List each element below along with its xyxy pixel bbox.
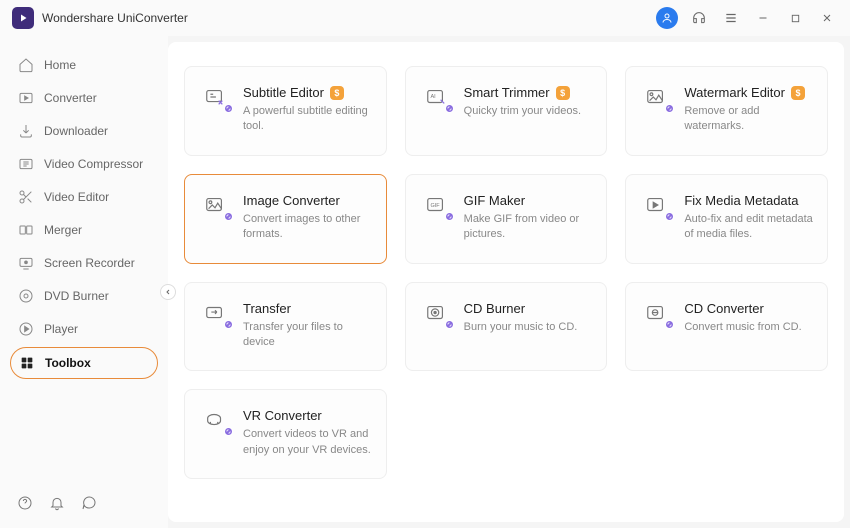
tool-card[interactable]: Image Converter Convert images to other f… bbox=[184, 174, 387, 264]
tool-desc: Make GIF from video or pictures. bbox=[464, 212, 593, 243]
tool-desc: Convert music from CD. bbox=[684, 320, 813, 335]
tool-desc: Auto-fix and edit metadata of media file… bbox=[684, 212, 813, 243]
feedback-icon[interactable] bbox=[80, 494, 98, 512]
tool-icon bbox=[201, 301, 229, 325]
menu-icon[interactable] bbox=[720, 7, 742, 29]
tool-title: CD Converter bbox=[684, 301, 763, 316]
merger-icon bbox=[18, 222, 34, 238]
tool-icon bbox=[642, 301, 670, 325]
tool-card[interactable]: VR Converter Convert videos to VR and enj… bbox=[184, 389, 387, 479]
recorder-icon bbox=[18, 255, 34, 271]
tool-desc: A powerful subtitle editing tool. bbox=[243, 104, 372, 135]
tool-icon bbox=[201, 85, 229, 109]
sidebar-item-label: Toolbox bbox=[45, 356, 91, 370]
tool-title: Transfer bbox=[243, 301, 291, 316]
support-icon[interactable] bbox=[688, 7, 710, 29]
sidebar-item-label: Video Compressor bbox=[44, 157, 143, 171]
tool-title: Smart Trimmer bbox=[464, 85, 550, 100]
app-name: Wondershare UniConverter bbox=[42, 11, 188, 25]
sidebar-item-label: Player bbox=[44, 322, 78, 336]
app-logo bbox=[12, 7, 34, 29]
tool-card[interactable]: Transfer Transfer your files to device bbox=[184, 282, 387, 372]
sidebar-item-toolbox[interactable]: Toolbox bbox=[10, 347, 158, 379]
tool-title: Subtitle Editor bbox=[243, 85, 324, 100]
svg-text:GIF: GIF bbox=[430, 203, 440, 209]
maximize-icon[interactable] bbox=[784, 7, 806, 29]
tool-icon bbox=[422, 301, 450, 325]
premium-badge: $ bbox=[791, 86, 805, 100]
tool-card[interactable]: CD Converter Convert music from CD. bbox=[625, 282, 828, 372]
tool-desc: Transfer your files to device bbox=[243, 320, 372, 351]
tool-icon bbox=[642, 85, 670, 109]
tool-title: GIF Maker bbox=[464, 193, 525, 208]
home-icon bbox=[18, 57, 34, 73]
tool-card[interactable]: AI Smart Trimmer $ Quicky trim your videos. bbox=[405, 66, 608, 156]
sidebar: Home Converter Downloader Video Compress… bbox=[0, 36, 168, 528]
toolbox-icon bbox=[19, 355, 35, 371]
sidebar-item-downloader[interactable]: Downloader bbox=[10, 116, 158, 146]
premium-badge: $ bbox=[330, 86, 344, 100]
sidebar-item-video-editor[interactable]: Video Editor bbox=[10, 182, 158, 212]
tool-card[interactable]: GIF GIF Maker Make GIF from video or pictu… bbox=[405, 174, 608, 264]
sidebar-item-label: Home bbox=[44, 58, 76, 72]
compressor-icon bbox=[18, 156, 34, 172]
tool-desc: Convert videos to VR and enjoy on your V… bbox=[243, 427, 372, 458]
tool-desc: Quicky trim your videos. bbox=[464, 104, 593, 119]
minimize-icon[interactable] bbox=[752, 7, 774, 29]
sidebar-item-home[interactable]: Home bbox=[10, 50, 158, 80]
tool-icon: GIF bbox=[422, 193, 450, 217]
tool-desc: Burn your music to CD. bbox=[464, 320, 593, 335]
play-icon bbox=[18, 321, 34, 337]
tool-title: Fix Media Metadata bbox=[684, 193, 798, 208]
svg-text:AI: AI bbox=[430, 94, 436, 100]
tool-desc: Convert images to other formats. bbox=[243, 212, 372, 243]
tool-card[interactable]: CD Burner Burn your music to CD. bbox=[405, 282, 608, 372]
sidebar-item-label: Video Editor bbox=[44, 190, 109, 204]
titlebar: Wondershare UniConverter bbox=[0, 0, 850, 36]
tool-icon bbox=[201, 408, 229, 432]
sidebar-item-label: Screen Recorder bbox=[44, 256, 135, 270]
content: Subtitle Editor $ A powerful subtitle edit… bbox=[168, 42, 844, 522]
scissors-icon bbox=[18, 189, 34, 205]
sidebar-item-dvd-burner[interactable]: DVD Burner bbox=[10, 281, 158, 311]
disc-icon bbox=[18, 288, 34, 304]
sidebar-collapse-button[interactable] bbox=[160, 284, 176, 300]
tool-title: VR Converter bbox=[243, 408, 322, 423]
tool-icon bbox=[642, 193, 670, 217]
sidebar-item-label: Merger bbox=[44, 223, 82, 237]
tool-desc: Remove or add watermarks. bbox=[684, 104, 813, 135]
sidebar-item-player[interactable]: Player bbox=[10, 314, 158, 344]
sidebar-item-label: DVD Burner bbox=[44, 289, 109, 303]
sidebar-item-label: Converter bbox=[44, 91, 97, 105]
tool-icon: AI bbox=[422, 85, 450, 109]
sidebar-item-label: Downloader bbox=[44, 124, 108, 138]
tool-grid: Subtitle Editor $ A powerful subtitle edit… bbox=[184, 66, 828, 479]
tool-title: Watermark Editor bbox=[684, 85, 785, 100]
sidebar-item-compressor[interactable]: Video Compressor bbox=[10, 149, 158, 179]
tool-title: Image Converter bbox=[243, 193, 340, 208]
tool-card[interactable]: Fix Media Metadata Auto-fix and edit meta… bbox=[625, 174, 828, 264]
tool-card[interactable]: Watermark Editor $ Remove or add watermark… bbox=[625, 66, 828, 156]
sidebar-item-converter[interactable]: Converter bbox=[10, 83, 158, 113]
help-icon[interactable] bbox=[16, 494, 34, 512]
sidebar-item-merger[interactable]: Merger bbox=[10, 215, 158, 245]
sidebar-bottom-icons bbox=[10, 494, 158, 518]
tool-title: CD Burner bbox=[464, 301, 525, 316]
account-icon[interactable] bbox=[656, 7, 678, 29]
sidebar-item-screen-recorder[interactable]: Screen Recorder bbox=[10, 248, 158, 278]
close-icon[interactable] bbox=[816, 7, 838, 29]
bell-icon[interactable] bbox=[48, 494, 66, 512]
tool-card[interactable]: Subtitle Editor $ A powerful subtitle edit… bbox=[184, 66, 387, 156]
premium-badge: $ bbox=[556, 86, 570, 100]
download-icon bbox=[18, 123, 34, 139]
converter-icon bbox=[18, 90, 34, 106]
tool-icon bbox=[201, 193, 229, 217]
